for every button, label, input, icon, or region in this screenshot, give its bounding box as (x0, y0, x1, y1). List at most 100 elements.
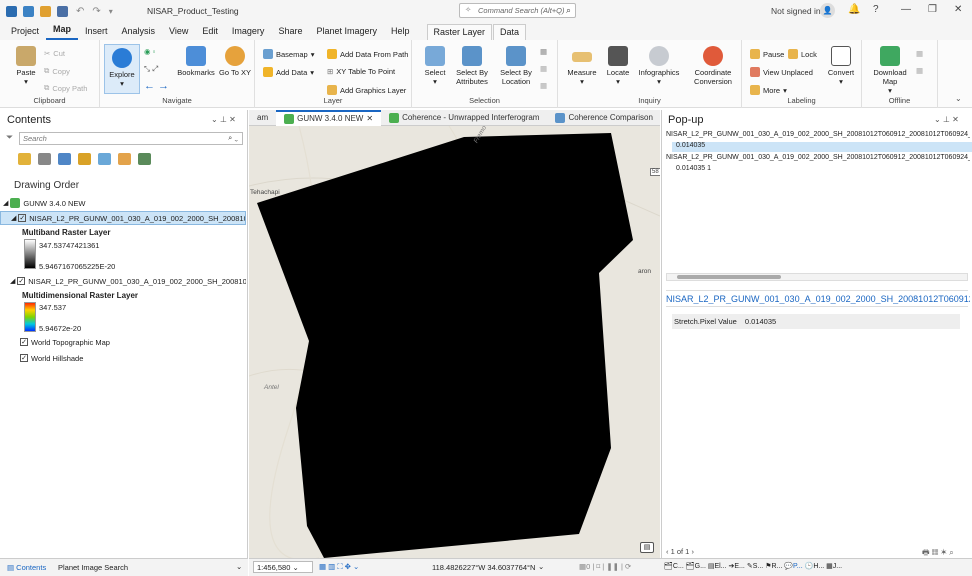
list-by-drawing-order-icon[interactable] (18, 153, 31, 165)
popup-entry-1-name[interactable]: NISAR_L2_PR_GUNW_001_030_A_019_002_2000_… (666, 131, 970, 138)
copy-button[interactable]: ⧉ Copy (44, 66, 70, 76)
customize-qat-icon[interactable]: ▾ (109, 7, 113, 16)
cut-button[interactable]: ✂ Cut (44, 49, 65, 58)
add-graphics-layer-button[interactable]: Add Graphics Layer (327, 85, 406, 95)
popup-entry-2-name[interactable]: NISAR_L2_PR_GUNW_001_030_A_019_002_2000_… (666, 154, 970, 161)
tab-imagery[interactable]: Imagery (225, 26, 272, 40)
restore-icon[interactable]: ❐ (928, 4, 937, 15)
filter-icon[interactable]: ⏷ (6, 132, 13, 143)
tab-planet-imagery[interactable]: Planet Imagery (309, 26, 384, 40)
copy-path-button[interactable]: ⧉ Copy Path (44, 83, 87, 93)
add-data-from-path-button[interactable]: Add Data From Path (327, 49, 408, 59)
user-avatar-icon[interactable]: 👤 (820, 3, 835, 18)
layer1-checkbox[interactable]: ✓ (18, 214, 27, 222)
minimize-icon[interactable]: — (901, 4, 911, 15)
basemap-button[interactable]: Basemap ▾ (263, 49, 314, 59)
measure-button[interactable]: Measure ▾ (564, 46, 600, 86)
dock-tab-4[interactable]: ➔E... (729, 563, 745, 570)
zoom-fixed-icon[interactable]: ⤡ ⤢ (144, 64, 158, 74)
tab-view[interactable]: View (162, 26, 195, 40)
map-node[interactable]: ◢ GUNW 3.4.0 NEW (3, 196, 249, 210)
dock-tab-6[interactable]: ⚑R... (765, 563, 782, 570)
tab-insert[interactable]: Insert (78, 26, 115, 40)
close-tab-icon[interactable]: ✕ (366, 114, 373, 123)
dock-tab-1[interactable]: 🗂C... (664, 563, 684, 570)
full-extent-icon[interactable]: ◉ ▫ (144, 47, 155, 56)
dock-tab-2[interactable]: 🗂G... (686, 563, 706, 570)
tab-planet-image-search[interactable]: Planet Image Search (58, 563, 128, 572)
tab-project[interactable]: Project (4, 26, 46, 40)
new-project-icon[interactable] (23, 5, 34, 17)
previous-extent-icon[interactable]: ← → (144, 80, 169, 92)
left-tabs-overflow-icon[interactable]: ⌄ (236, 562, 242, 571)
explore-button[interactable]: Explore ▾ (104, 44, 140, 94)
tab-help[interactable]: Help (384, 26, 417, 40)
popup-scrollbar[interactable] (666, 273, 968, 281)
pause-labeling-button[interactable]: Pause (750, 49, 784, 59)
tab-am[interactable]: am (249, 110, 276, 126)
tab-edit[interactable]: Edit (195, 26, 225, 40)
dock-tab-5[interactable]: ✎S... (747, 563, 763, 570)
sign-in-status[interactable]: Not signed in (771, 6, 821, 16)
popup-entry-1-value[interactable]: 0.014035 (672, 142, 972, 152)
layer4-row[interactable]: ✓ World Hillshade (20, 351, 266, 365)
attributes-icon[interactable]: ▦ (540, 47, 547, 56)
zoom-to-selection-icon[interactable]: ▦ (540, 81, 547, 90)
tab-contents-bottom[interactable]: ▤ Contents (7, 563, 46, 572)
list-by-selection-icon[interactable] (58, 153, 71, 165)
go-to-xy-button[interactable]: Go To XY (217, 46, 253, 77)
list-by-labeling-icon[interactable] (118, 153, 131, 165)
map-view[interactable]: Tehachapi Antel Fremo aron 58 ▤ (249, 126, 660, 558)
convert-button[interactable]: Convert ▾ (824, 46, 858, 86)
xy-table-to-point-button[interactable]: ⊞ XY Table To Point (327, 67, 395, 76)
scale-box[interactable]: 1:456,580 ⌄ (253, 561, 313, 573)
layer2-checkbox[interactable]: ✓ (17, 277, 26, 285)
select-by-location-button[interactable]: Select By Location (496, 46, 536, 86)
layer4-checkbox[interactable]: ✓ (20, 354, 28, 362)
popup-entry-2-value[interactable]: 0.014035 1 (676, 165, 711, 172)
tab-coherence-comparison[interactable]: Coherence Comparison (547, 110, 661, 126)
download-map-button[interactable]: Download Map ▾ (868, 46, 912, 95)
help-icon[interactable]: ? (873, 4, 879, 15)
popup-pager[interactable]: ‹ 1 of 1 › (666, 547, 694, 556)
infographics-button[interactable]: Infographics ▾ (636, 46, 682, 86)
coordinate-conversion-button[interactable]: Coordinate Conversion (686, 46, 740, 86)
tab-map[interactable]: Map (46, 24, 79, 40)
layer2-row[interactable]: ◢ ✓ NISAR_L2_PR_GUNW_001_030_A_019_002_200… (0, 274, 246, 288)
coordinate-format-icon[interactable]: ⌄ (538, 562, 544, 571)
close-icon[interactable]: ✕ (954, 4, 962, 15)
save-icon[interactable] (57, 5, 68, 17)
collapse-ribbon-icon[interactable]: ⌄ (955, 94, 962, 103)
remove-offline-icon[interactable]: ▦ (916, 66, 923, 75)
paste-button[interactable]: Paste ▾ (10, 46, 42, 86)
layer1-row[interactable]: ◢ ✓ NISAR_L2_PR_GUNW_001_030_A_019_002_200… (0, 211, 246, 225)
popup-pane-menu-icon[interactable]: ⌄ ⊥ ✕ (934, 115, 959, 124)
dock-tab-7[interactable]: 💬P... (784, 563, 802, 570)
open-folder-icon[interactable] (40, 5, 51, 17)
tab-analysis[interactable]: Analysis (115, 26, 163, 40)
lock-labeling-button[interactable]: Lock (788, 49, 817, 59)
redo-icon[interactable]: ↷ (92, 6, 100, 17)
bookmarks-button[interactable]: Bookmarks (175, 46, 217, 77)
more-labeling-button[interactable]: More ▾ (750, 85, 787, 95)
tab-data[interactable]: Data (493, 24, 527, 40)
dock-tab-3[interactable]: ▤El... (708, 563, 727, 570)
pane-menu-icon[interactable]: ⌄ ⊥ ✕ (211, 115, 236, 124)
tab-gunw-map[interactable]: GUNW 3.4.0 NEW ✕ (276, 109, 382, 126)
locate-button[interactable]: Locate ▾ (602, 46, 634, 86)
add-data-button[interactable]: Add Data ▾ (263, 67, 314, 77)
layer3-checkbox[interactable]: ✓ (20, 338, 28, 346)
view-unplaced-button[interactable]: View Unplaced (750, 67, 813, 77)
layer3-row[interactable]: ✓ World Topographic Map (20, 335, 266, 349)
view-tools-icon[interactable]: ▦ ▥ ⛶ ✥ ⌄ (319, 562, 359, 572)
sync-icon[interactable]: ▦ (916, 49, 923, 58)
tab-coherence-unwrapped[interactable]: Coherence - Unwrapped Interferogram (381, 110, 547, 126)
contents-search-input[interactable]: Search ⌕ ⌄ (19, 132, 243, 145)
dock-tab-8[interactable]: 🕒H... (805, 563, 825, 570)
clear-selection-icon[interactable]: ▦ (540, 64, 547, 73)
map-overlay-icon[interactable]: ▤ (640, 542, 654, 553)
command-search-input[interactable]: ✧ Command Search (Alt+Q) ⌕ (459, 3, 576, 18)
select-by-attributes-button[interactable]: Select By Attributes (452, 46, 492, 86)
notification-icon[interactable]: 🔔 (848, 4, 860, 15)
list-by-snapping-icon[interactable] (98, 153, 111, 165)
